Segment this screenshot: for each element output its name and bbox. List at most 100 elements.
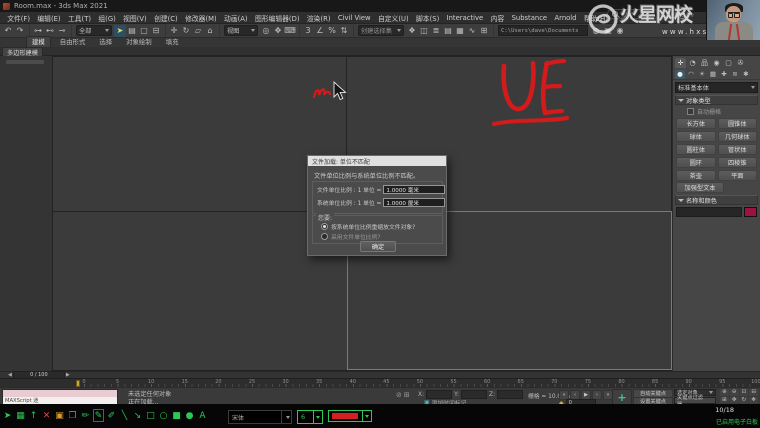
time-slider-marker[interactable] — [76, 380, 80, 387]
placement-icon[interactable]: ⌂ — [204, 25, 216, 37]
open-tool-icon[interactable]: ❐ — [67, 409, 78, 422]
side-panel-handle[interactable] — [6, 60, 44, 64]
mirror-icon[interactable]: ◫ — [418, 25, 430, 37]
motion-tab-icon[interactable]: ◉ — [711, 58, 722, 68]
isolate-plus-button[interactable]: + — [612, 389, 632, 405]
menu-item[interactable]: Arnold — [551, 14, 579, 22]
ribbon-tab[interactable]: 填充 — [161, 37, 184, 47]
schematic-view-icon[interactable]: ⊞ — [478, 25, 490, 37]
arrow-tool-icon[interactable]: ↘ — [132, 409, 143, 422]
key-filters-button[interactable]: 关键点过滤器... — [674, 397, 716, 404]
filled-rect-tool-icon[interactable]: ■ — [171, 409, 182, 422]
rect-tool-icon[interactable]: □ — [145, 409, 156, 422]
primitive-button[interactable]: 圆柱体 — [676, 144, 716, 155]
menu-item[interactable]: 渲染(R) — [304, 13, 334, 23]
track-bar[interactable]: 0510152025303540455055606570758085909510… — [0, 378, 760, 387]
highlighter-tool-icon[interactable]: ✐ — [106, 409, 117, 422]
object-type-rollout[interactable]: 对象类型 — [675, 95, 758, 105]
select-by-name-icon[interactable]: ▤ — [126, 25, 138, 37]
selection-lock-icon[interactable]: ⊘ — [396, 391, 402, 399]
menu-item[interactable]: 创建(C) — [151, 13, 181, 23]
primitive-button[interactable]: 茶壶 — [676, 170, 716, 181]
menu-item[interactable]: 脚本(S) — [413, 13, 443, 23]
menu-item[interactable]: 视图(V) — [120, 13, 150, 23]
filled-circle-tool-icon[interactable]: ● — [184, 409, 195, 422]
layer-manager-icon[interactable]: ▤ — [442, 25, 454, 37]
name-color-rollout[interactable]: 名称和颜色 — [675, 195, 758, 205]
ribbon-toggle-icon[interactable]: ▦ — [454, 25, 466, 37]
ribbon-tab[interactable]: 建模 — [26, 36, 51, 47]
utilities-tab-icon[interactable]: ✇ — [735, 58, 746, 68]
keyboard-override-icon[interactable]: ⌨ — [284, 25, 296, 37]
bind-spacewarp-icon[interactable]: ⊸ — [56, 25, 68, 37]
pivot-center-icon[interactable]: ◎ — [260, 25, 272, 37]
zoom-extents-icon[interactable]: ⊡ — [740, 389, 749, 396]
reference-coordinate-dropdown[interactable]: 视图 — [224, 25, 258, 36]
move-icon[interactable]: ✛ — [168, 25, 180, 37]
modify-tab-icon[interactable]: ◔ — [687, 58, 698, 68]
align-icon[interactable]: ≣ — [430, 25, 442, 37]
menu-item[interactable]: Substance — [508, 14, 550, 22]
primitive-button[interactable]: 平面 — [718, 170, 758, 181]
orbit-icon[interactable]: ↻ — [740, 397, 749, 404]
snap-toggle-icon[interactable]: 3 — [302, 25, 314, 37]
project-path-field[interactable]: C:\Users\dave\Documents — [498, 25, 588, 36]
menu-item[interactable]: 内容 — [487, 13, 507, 23]
menu-item[interactable]: 组(G) — [95, 13, 119, 23]
rendered-frame-icon[interactable]: ▣ — [602, 25, 614, 37]
create-tab-icon[interactable]: ✛ — [675, 58, 686, 68]
autogrid-checkbox[interactable] — [687, 108, 694, 115]
menu-item[interactable]: 自定义(U) — [375, 13, 412, 23]
primitive-button[interactable]: 管状体 — [718, 144, 758, 155]
angle-snap-icon[interactable]: ∠ — [314, 25, 326, 37]
pencil-tool-icon[interactable]: ✏ — [80, 409, 91, 422]
primitive-category-dropdown[interactable]: 标准基本体 — [675, 82, 758, 93]
rotate-icon[interactable]: ↻ — [180, 25, 192, 37]
scale-icon[interactable]: ▱ — [192, 25, 204, 37]
upload-icon[interactable]: ↑ — [28, 409, 39, 422]
redo-icon[interactable]: ↷ — [14, 25, 26, 37]
primitive-button[interactable]: 圆环 — [676, 157, 716, 168]
primitive-button[interactable]: 几何球体 — [718, 131, 758, 142]
helpers-category-icon[interactable]: ✚ — [719, 70, 729, 79]
menu-item[interactable]: 修改器(M) — [182, 13, 220, 23]
window-crossing-icon[interactable]: ⊟ — [150, 25, 162, 37]
manipulate-icon[interactable]: ✥ — [272, 25, 284, 37]
ok-button[interactable]: 确定 — [360, 241, 396, 252]
search-input[interactable]: 搜索 — [607, 9, 659, 19]
annotation-font-dropdown[interactable]: 宋体 — [228, 410, 292, 424]
geometry-category-icon[interactable]: ● — [675, 70, 685, 79]
selection-filter-dropdown[interactable]: 全部 — [76, 25, 112, 36]
shapes-category-icon[interactable]: ◠ — [686, 70, 696, 79]
pan-icon[interactable]: ✥ — [730, 397, 739, 404]
pointer-tool-icon[interactable]: ➤ — [2, 409, 13, 422]
display-tab-icon[interactable]: ▢ — [723, 58, 734, 68]
edit-selection-set-icon[interactable]: ❖ — [406, 25, 418, 37]
menu-item[interactable]: 图形编辑器(D) — [252, 13, 303, 23]
absolute-offset-icon[interactable]: ⊞ — [404, 391, 410, 399]
textplus-button[interactable]: 加强型文本 — [676, 182, 724, 193]
hierarchy-tab-icon[interactable]: 品 — [699, 58, 710, 68]
ellipse-tool-icon[interactable]: ○ — [158, 409, 169, 422]
curve-editor-icon[interactable]: ∿ — [466, 25, 478, 37]
cameras-category-icon[interactable]: ▦ — [708, 70, 718, 79]
annotation-color-dropdown[interactable] — [328, 410, 372, 422]
primitive-button[interactable]: 圆锥体 — [718, 118, 758, 129]
polygon-modeling-tab[interactable]: 多边形建模 — [2, 47, 43, 56]
undo-icon[interactable]: ↶ — [2, 25, 14, 37]
macro-recorder-lane[interactable] — [3, 390, 117, 397]
zoom-icon[interactable]: ⊕ — [720, 389, 729, 396]
primitive-button[interactable]: 四棱锥 — [718, 157, 758, 168]
unlink-icon[interactable]: ⊷ — [44, 25, 56, 37]
line-tool-icon[interactable]: ╲ — [119, 409, 130, 422]
text-tool-icon[interactable]: A — [197, 409, 208, 422]
link-icon[interactable]: ⊶ — [32, 25, 44, 37]
ribbon-tab[interactable]: 自由形式 — [55, 37, 91, 47]
spacewarps-category-icon[interactable]: ≋ — [730, 70, 740, 79]
z-coordinate-field[interactable] — [497, 390, 523, 399]
select-object-icon[interactable]: ➤ — [114, 25, 126, 37]
zoom-region-icon[interactable]: ⊞ — [720, 397, 729, 404]
maximize-viewport-icon[interactable]: ❖ — [749, 397, 758, 404]
maxscript-mini-listener[interactable]: MAXScript 迷 — [2, 389, 118, 405]
menu-item[interactable]: 编辑(E) — [34, 13, 64, 23]
